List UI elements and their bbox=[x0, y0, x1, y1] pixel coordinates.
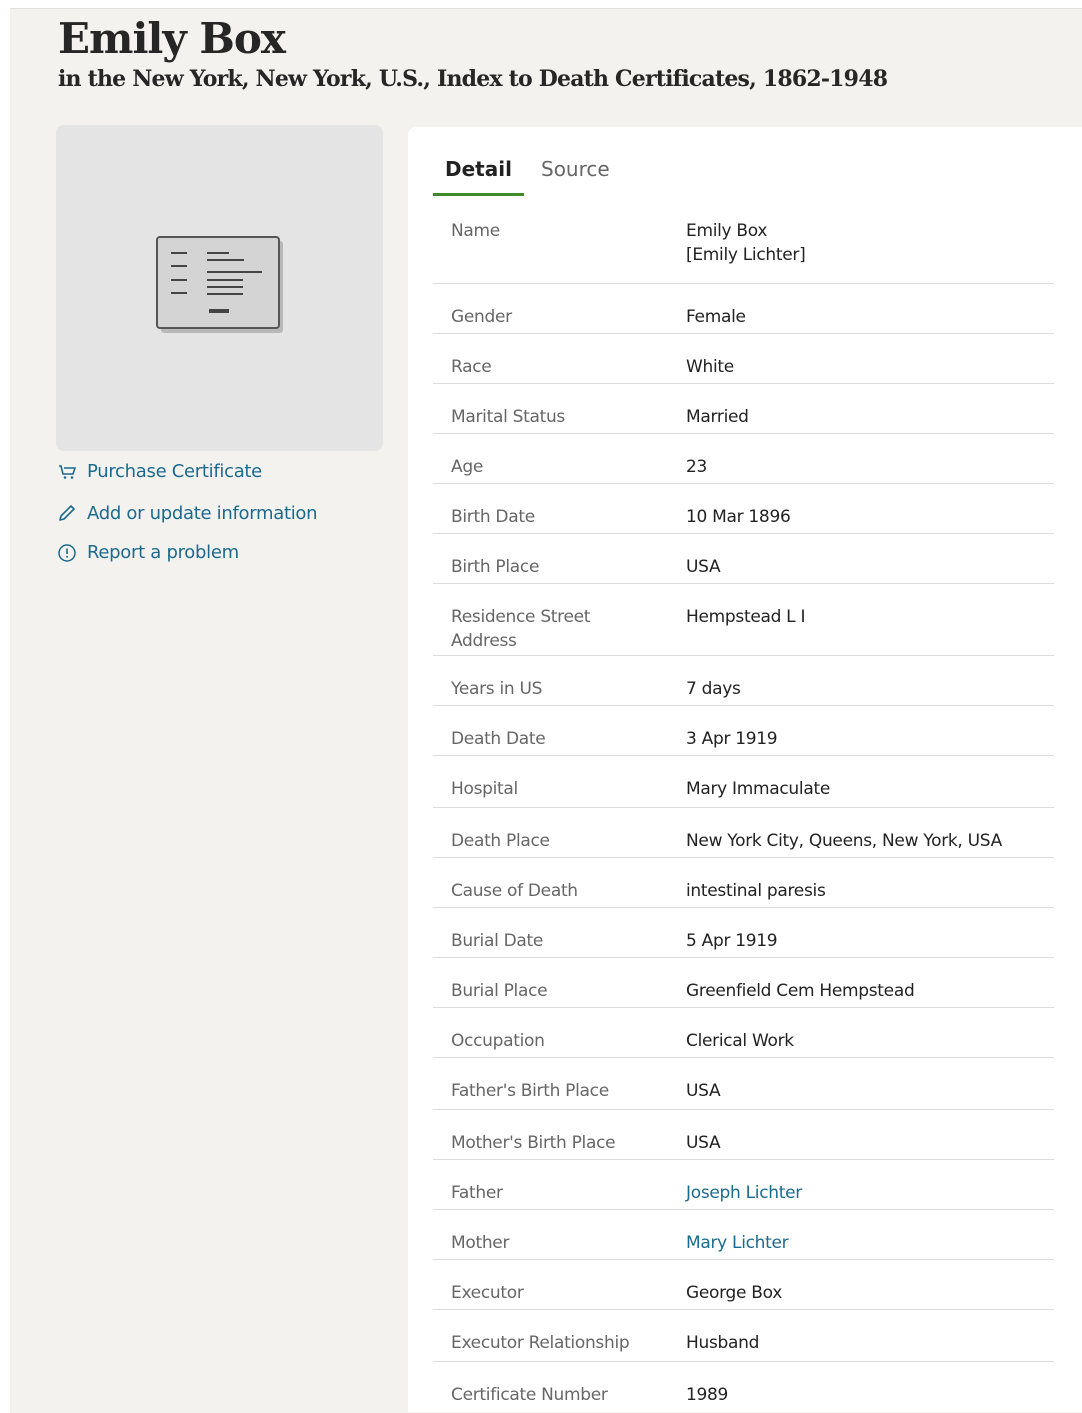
detail-label: Burial Place bbox=[451, 981, 548, 1001]
detail-value: Greenfield Cem Hempstead bbox=[686, 981, 915, 1001]
detail-row-father: Father Joseph Lichter bbox=[433, 1159, 1054, 1210]
detail-value: 7 days bbox=[686, 679, 741, 699]
detail-row-occupation: Occupation Clerical Work bbox=[433, 1007, 1054, 1058]
detail-row-years-in-us: Years in US 7 days bbox=[433, 655, 1054, 706]
detail-row-cause-of-death: Cause of Death intestinal paresis bbox=[433, 857, 1054, 908]
detail-label: Race bbox=[451, 357, 492, 377]
detail-value: USA bbox=[686, 1133, 721, 1153]
detail-value: intestinal paresis bbox=[686, 881, 826, 901]
detail-row-death-place: Death Place New York City, Queens, New Y… bbox=[433, 807, 1054, 858]
detail-value: Husband bbox=[686, 1333, 760, 1353]
detail-label: Years in US bbox=[451, 679, 543, 699]
detail-value: Married bbox=[686, 407, 749, 427]
detail-value: Emily Box [Emily Lichter] bbox=[686, 219, 1056, 267]
detail-value: 23 bbox=[686, 457, 708, 477]
detail-row-race: Race White bbox=[433, 333, 1054, 384]
detail-value: New York City, Queens, New York, USA bbox=[686, 831, 1002, 851]
detail-value: 10 Mar 1896 bbox=[686, 507, 791, 527]
purchase-certificate-link[interactable]: Purchase Certificate bbox=[56, 460, 262, 482]
detail-value: George Box bbox=[686, 1283, 782, 1303]
detail-value: Hempstead L I bbox=[686, 607, 806, 627]
detail-row-mother: Mother Mary Lichter bbox=[433, 1209, 1054, 1260]
detail-value: Female bbox=[686, 307, 746, 327]
detail-label: Birth Date bbox=[451, 507, 535, 527]
detail-row-birth-place: Birth Place USA bbox=[433, 533, 1054, 584]
detail-label: Mother's Birth Place bbox=[451, 1133, 616, 1153]
detail-value: USA bbox=[686, 1081, 721, 1101]
detail-label: Cause of Death bbox=[451, 881, 578, 901]
detail-label: Age bbox=[451, 457, 483, 477]
detail-panel: Detail Source Name Emily Box [Emily Lich… bbox=[408, 127, 1082, 1412]
tab-detail[interactable]: Detail bbox=[433, 157, 524, 196]
detail-label: Father's Birth Place bbox=[451, 1081, 609, 1101]
detail-label: Hospital bbox=[451, 779, 518, 799]
mother-link[interactable]: Mary Lichter bbox=[686, 1231, 1056, 1255]
detail-row-certificate-number: Certificate Number 1989 bbox=[433, 1361, 1054, 1411]
detail-value: Clerical Work bbox=[686, 1031, 794, 1051]
detail-value: White bbox=[686, 357, 734, 377]
detail-row-marital-status: Marital Status Married bbox=[433, 383, 1054, 434]
detail-label: Birth Place bbox=[451, 557, 540, 577]
detail-value: 1989 bbox=[686, 1385, 729, 1405]
detail-value: Mary Immaculate bbox=[686, 779, 830, 799]
name-primary: Emily Box bbox=[686, 221, 768, 241]
detail-label: Executor Relationship bbox=[451, 1333, 630, 1353]
tab-source[interactable]: Source bbox=[529, 157, 622, 193]
detail-row-gender: Gender Female bbox=[433, 283, 1054, 334]
add-update-info-link[interactable]: Add or update information bbox=[56, 502, 318, 524]
detail-label: Mother bbox=[451, 1233, 510, 1253]
detail-row-birth-date: Birth Date 10 Mar 1896 bbox=[433, 483, 1054, 534]
detail-row-residence: Residence Street Address Hempstead L I bbox=[433, 583, 1054, 656]
cart-icon bbox=[59, 465, 77, 479]
detail-label: Residence Street Address bbox=[451, 607, 591, 651]
detail-row-executor-relationship: Executor Relationship Husband bbox=[433, 1309, 1054, 1362]
detail-label: Gender bbox=[451, 307, 512, 327]
report-problem-link[interactable]: Report a problem bbox=[56, 541, 239, 563]
page-title: Emily Box bbox=[58, 14, 286, 63]
detail-row-hospital: Hospital Mary Immaculate bbox=[433, 755, 1054, 808]
detail-row-father-birth-place: Father's Birth Place USA bbox=[433, 1057, 1054, 1110]
father-link[interactable]: Joseph Lichter bbox=[686, 1181, 1056, 1205]
detail-label: Burial Date bbox=[451, 931, 544, 951]
tab-bar: Detail Source bbox=[433, 157, 733, 196]
detail-label: Marital Status bbox=[451, 407, 565, 427]
detail-value: 3 Apr 1919 bbox=[686, 729, 778, 749]
detail-value: USA bbox=[686, 557, 721, 577]
name-alternate: [Emily Lichter] bbox=[686, 245, 806, 265]
detail-row-mother-birth-place: Mother's Birth Place USA bbox=[433, 1109, 1054, 1160]
alert-circle-icon bbox=[58, 544, 76, 562]
detail-label: Occupation bbox=[451, 1031, 545, 1051]
detail-label: Father bbox=[451, 1183, 503, 1203]
page-subtitle: in the New York, New York, U.S., Index t… bbox=[58, 66, 888, 92]
detail-row-name: Name Emily Box [Emily Lichter] bbox=[433, 197, 1054, 284]
report-problem-label: Report a problem bbox=[87, 541, 239, 563]
detail-value: 5 Apr 1919 bbox=[686, 931, 778, 951]
detail-label: Name bbox=[451, 221, 500, 241]
purchase-certificate-label: Purchase Certificate bbox=[87, 460, 262, 482]
detail-label: Death Date bbox=[451, 729, 546, 749]
detail-row-death-date: Death Date 3 Apr 1919 bbox=[433, 705, 1054, 756]
document-icon bbox=[156, 236, 283, 333]
detail-label: Executor bbox=[451, 1283, 524, 1303]
detail-row-executor: Executor George Box bbox=[433, 1259, 1054, 1310]
detail-label: Certificate Number bbox=[451, 1385, 608, 1405]
detail-row-burial-place: Burial Place Greenfield Cem Hempstead bbox=[433, 957, 1054, 1008]
pencil-icon bbox=[59, 505, 75, 521]
detail-row-age: Age 23 bbox=[433, 433, 1054, 484]
detail-row-burial-date: Burial Date 5 Apr 1919 bbox=[433, 907, 1054, 958]
add-update-info-label: Add or update information bbox=[87, 502, 318, 524]
detail-label: Death Place bbox=[451, 831, 550, 851]
